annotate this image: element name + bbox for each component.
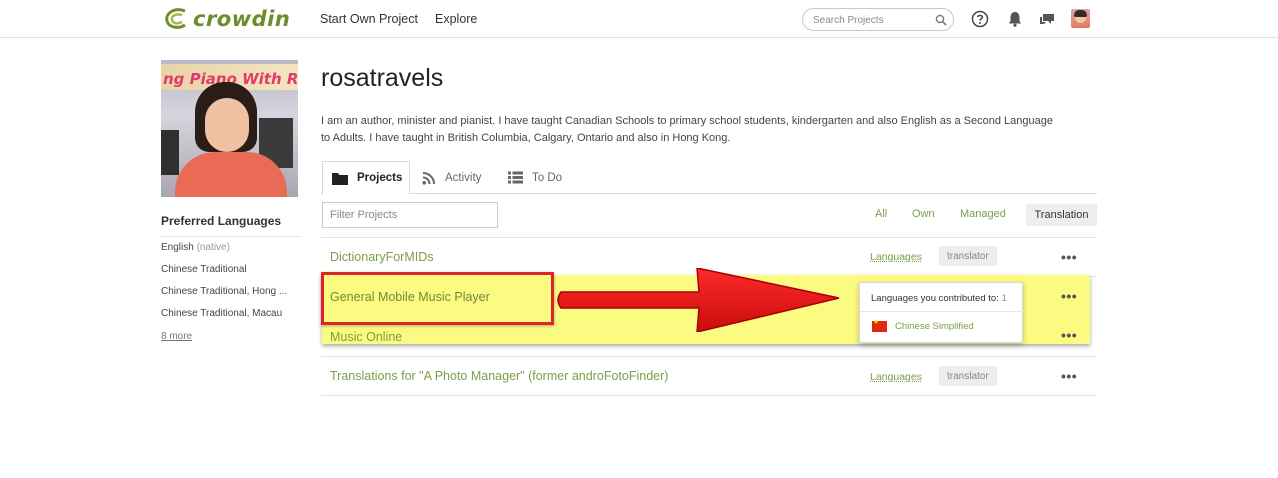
popover-language-link[interactable]: Chinese Simplified [895, 321, 974, 332]
popover-count: 1 [1001, 293, 1007, 304]
row-divider [321, 237, 1097, 238]
list-icon [508, 171, 523, 184]
filter-all[interactable]: All [875, 208, 887, 220]
project-link[interactable]: DictionaryForMIDs [330, 250, 434, 264]
logo-text: crowdin [193, 7, 291, 31]
crowdin-logo-icon [165, 8, 186, 29]
project-menu-button[interactable]: ••• [1061, 249, 1077, 265]
languages-contributed-popover: Languages you contributed to: 1 Chinese … [859, 282, 1024, 343]
help-icon[interactable] [971, 10, 989, 28]
red-arrow-annotation [557, 268, 840, 332]
folder-icon [332, 172, 348, 185]
tab-todo[interactable]: To Do [508, 161, 562, 194]
tab-projects[interactable]: Projects [322, 161, 410, 195]
tab-activity[interactable]: Activity [422, 161, 481, 194]
filter-own[interactable]: Own [912, 208, 935, 220]
profile-bio: I am an author, minister and pianist. I … [321, 115, 1053, 144]
rss-icon [422, 171, 435, 185]
tab-label: Projects [357, 172, 403, 184]
preferred-language-item: Chinese Traditional, Macau [161, 308, 283, 319]
china-flag-icon [872, 318, 887, 332]
project-menu-button[interactable]: ••• [1061, 368, 1077, 384]
photo-background-board-left [161, 130, 179, 175]
project-menu-button[interactable]: ••• [1061, 327, 1077, 343]
bell-icon[interactable] [1006, 10, 1024, 28]
row-divider [321, 395, 1097, 396]
project-menu-button[interactable]: ••• [1061, 288, 1077, 304]
more-languages-link[interactable]: 8 more [161, 331, 192, 342]
filter-translation[interactable]: Translation [1026, 204, 1097, 226]
page-title: rosatravels [321, 64, 444, 92]
divider [161, 236, 301, 237]
preferred-language-item: Chinese Traditional, Hong ... [161, 286, 288, 297]
red-callout-box [321, 272, 554, 325]
top-navbar: crowdin Start Own Project Explore [0, 0, 1278, 38]
project-link[interactable]: Music Online [330, 330, 402, 344]
popover-title-text: Languages you contributed to: [871, 293, 999, 304]
languages-link[interactable]: Languages [870, 251, 922, 263]
divider [860, 311, 1024, 312]
language-native-note: (native) [196, 242, 230, 253]
photo-shirt [175, 152, 287, 197]
tab-label: Activity [445, 171, 482, 184]
languages-link[interactable]: Languages [870, 371, 922, 383]
row-divider [321, 356, 1097, 357]
nav-explore[interactable]: Explore [435, 12, 477, 26]
user-avatar[interactable] [1071, 9, 1090, 28]
tab-label: To Do [532, 171, 563, 184]
search-input[interactable] [813, 12, 933, 28]
crowdin-logo[interactable]: crowdin [163, 7, 290, 31]
search-box[interactable] [802, 8, 954, 31]
photo-face [205, 98, 249, 152]
popover-title: Languages you contributed to: 1 [871, 293, 1007, 304]
project-link[interactable]: Translations for "A Photo Manager" (form… [330, 369, 668, 383]
filter-managed[interactable]: Managed [960, 208, 1006, 220]
filter-projects-input[interactable] [323, 203, 497, 227]
preferred-language-item: English (native) [161, 242, 301, 253]
preferred-language-item: Chinese Traditional [161, 264, 247, 275]
profile-tabs: Projects Activity To Do [321, 161, 1097, 195]
filter-projects-field[interactable] [322, 202, 498, 228]
preferred-languages-title: Preferred Languages [161, 214, 282, 228]
chat-icon[interactable] [1038, 10, 1056, 28]
role-badge: translator [939, 366, 997, 386]
role-badge: translator [939, 246, 997, 266]
language-name: English [161, 242, 194, 253]
nav-start-own-project[interactable]: Start Own Project [320, 12, 418, 26]
search-icon[interactable] [935, 14, 947, 26]
profile-photo: ng Piano With R [161, 60, 298, 197]
